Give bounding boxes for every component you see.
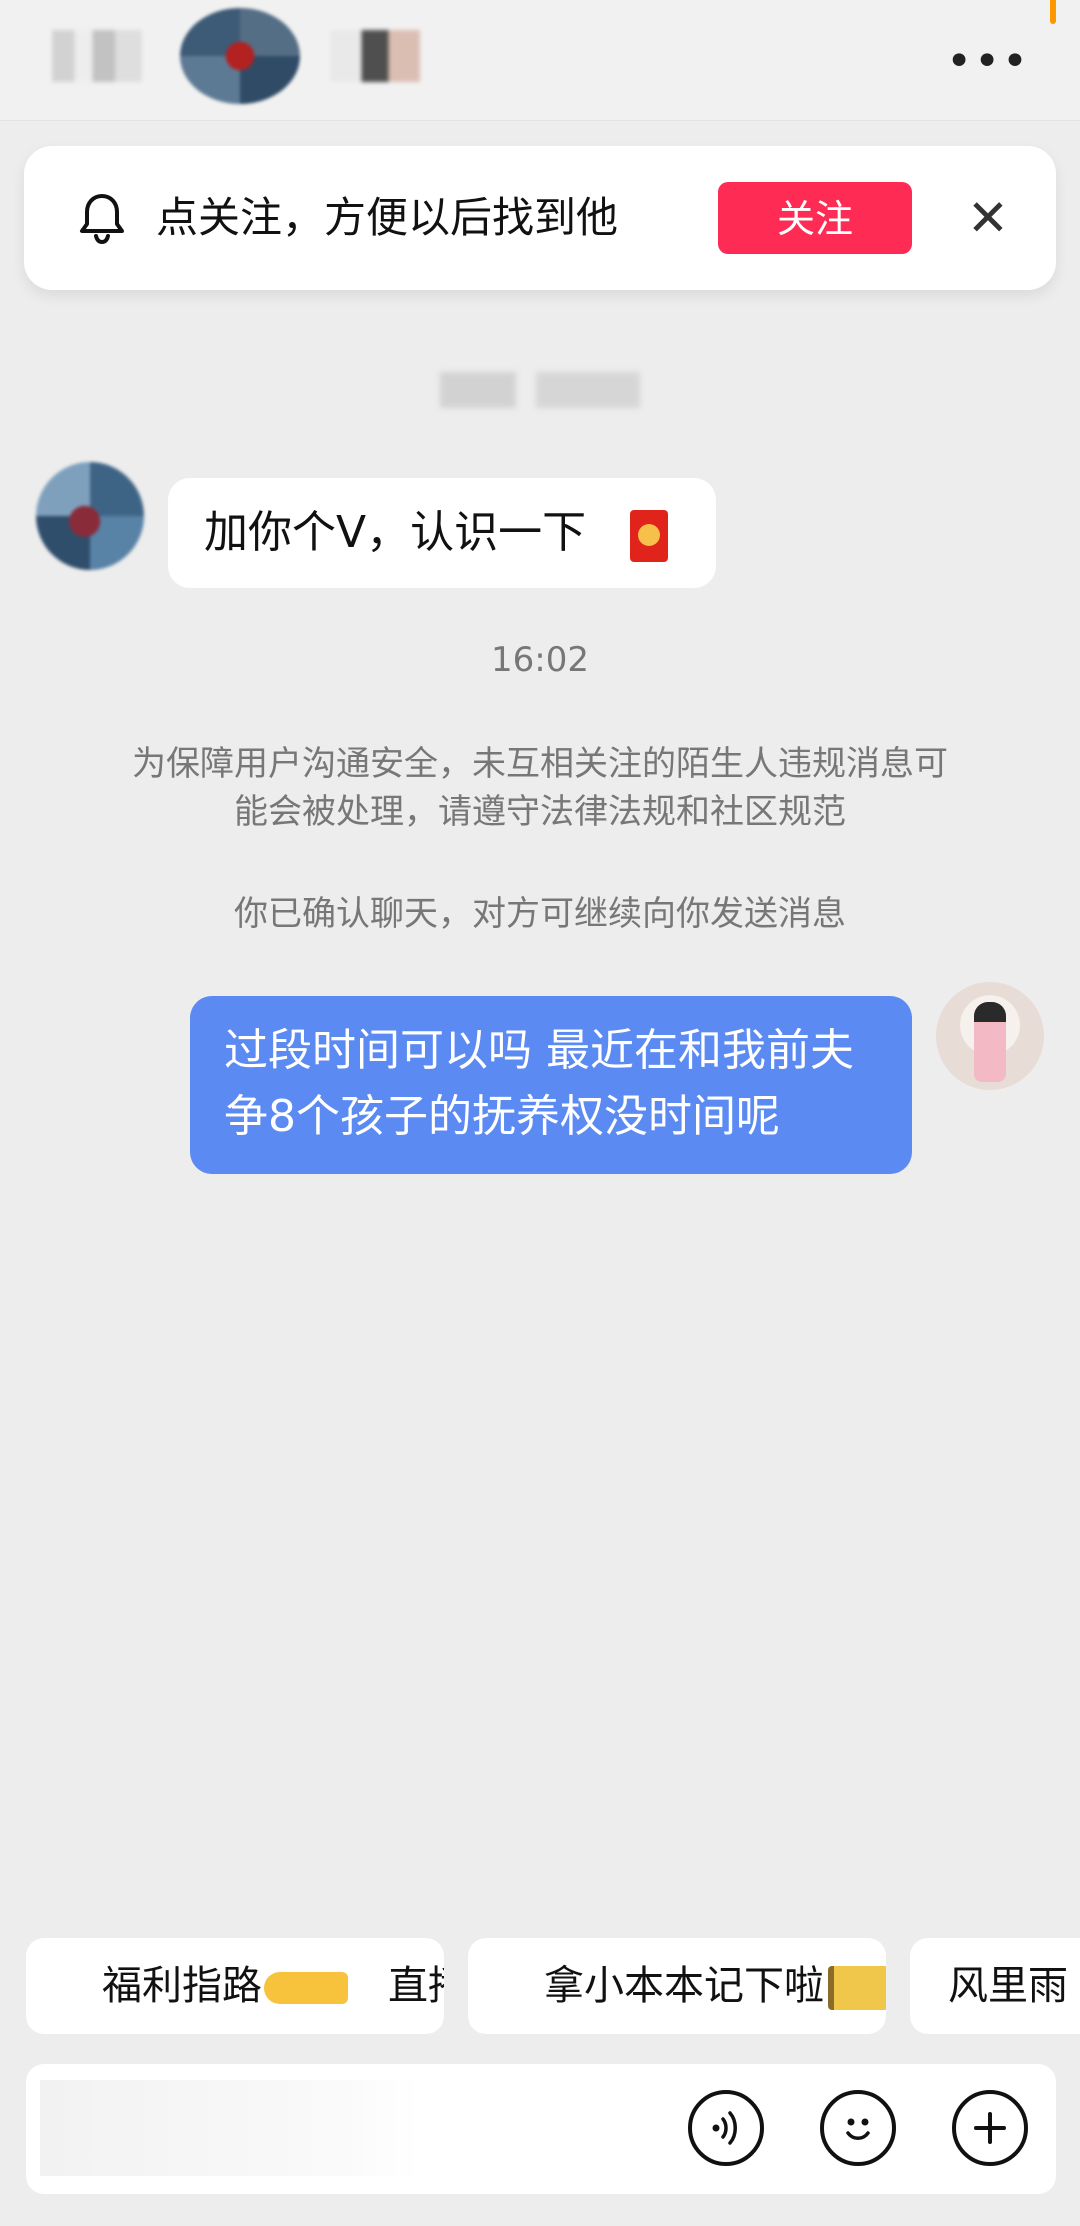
back-button-blurred[interactable]: [52, 30, 142, 82]
quick-reply-text: 福利指路: [102, 1963, 262, 2009]
quick-reply-chip[interactable]: 福利指路 直播间: [26, 1938, 444, 2034]
quick-reply-text: 拿小本本记下啦: [544, 1963, 824, 2009]
bell-icon: [80, 194, 124, 245]
quick-reply-chip[interactable]: 风里雨: [910, 1938, 1080, 2034]
quick-reply-chip[interactable]: 拿小本本记下啦: [468, 1938, 886, 2034]
red-packet-icon: [630, 510, 668, 562]
sender-avatar[interactable]: [36, 462, 144, 570]
outgoing-message-text: 过段时间可以吗 最近在和我前夫争8个孩子的抚养权没时间呢: [224, 1025, 854, 1142]
status-indicator: [1050, 0, 1056, 24]
message-input[interactable]: [40, 2080, 420, 2176]
smiley-face-icon: [846, 2118, 870, 2140]
chat-header: [0, 0, 1080, 121]
plus-icon[interactable]: [952, 2090, 1028, 2166]
voice-icon[interactable]: [688, 2090, 764, 2166]
plus-glyph-icon: [974, 2112, 1006, 2144]
message-timestamp: 16:02: [491, 640, 589, 680]
avatar-figure: [974, 1002, 1006, 1082]
contact-avatar[interactable]: [180, 8, 300, 104]
quick-reply-text: 风里雨: [948, 1963, 1068, 2009]
notebook-icon: [828, 1966, 886, 2010]
contact-name-blurred: [330, 30, 420, 82]
safety-notice: 为保障用户沟通安全，未互相关注的陌生人违规消息可能会被处理，请遵守法律法规和社区…: [132, 744, 948, 832]
emoji-icon[interactable]: [820, 2090, 896, 2166]
date-label-blurred: [440, 372, 640, 408]
incoming-message-text: 加你个V，认识一下: [204, 507, 587, 558]
pointing-hand-icon: [264, 1972, 348, 2004]
more-horizontal-icon[interactable]: •••: [946, 40, 1030, 84]
quick-reply-text: 直播间: [388, 1963, 444, 2009]
voice-wave-icon: [712, 2111, 737, 2145]
follow-button[interactable]: 关注: [718, 182, 912, 254]
close-icon[interactable]: ✕: [964, 190, 1012, 246]
follow-banner-text: 点关注，方便以后找到他: [156, 193, 619, 242]
chat-confirm-notice: 你已确认聊天，对方可继续向你发送消息: [234, 894, 846, 934]
my-avatar[interactable]: [936, 982, 1044, 1090]
